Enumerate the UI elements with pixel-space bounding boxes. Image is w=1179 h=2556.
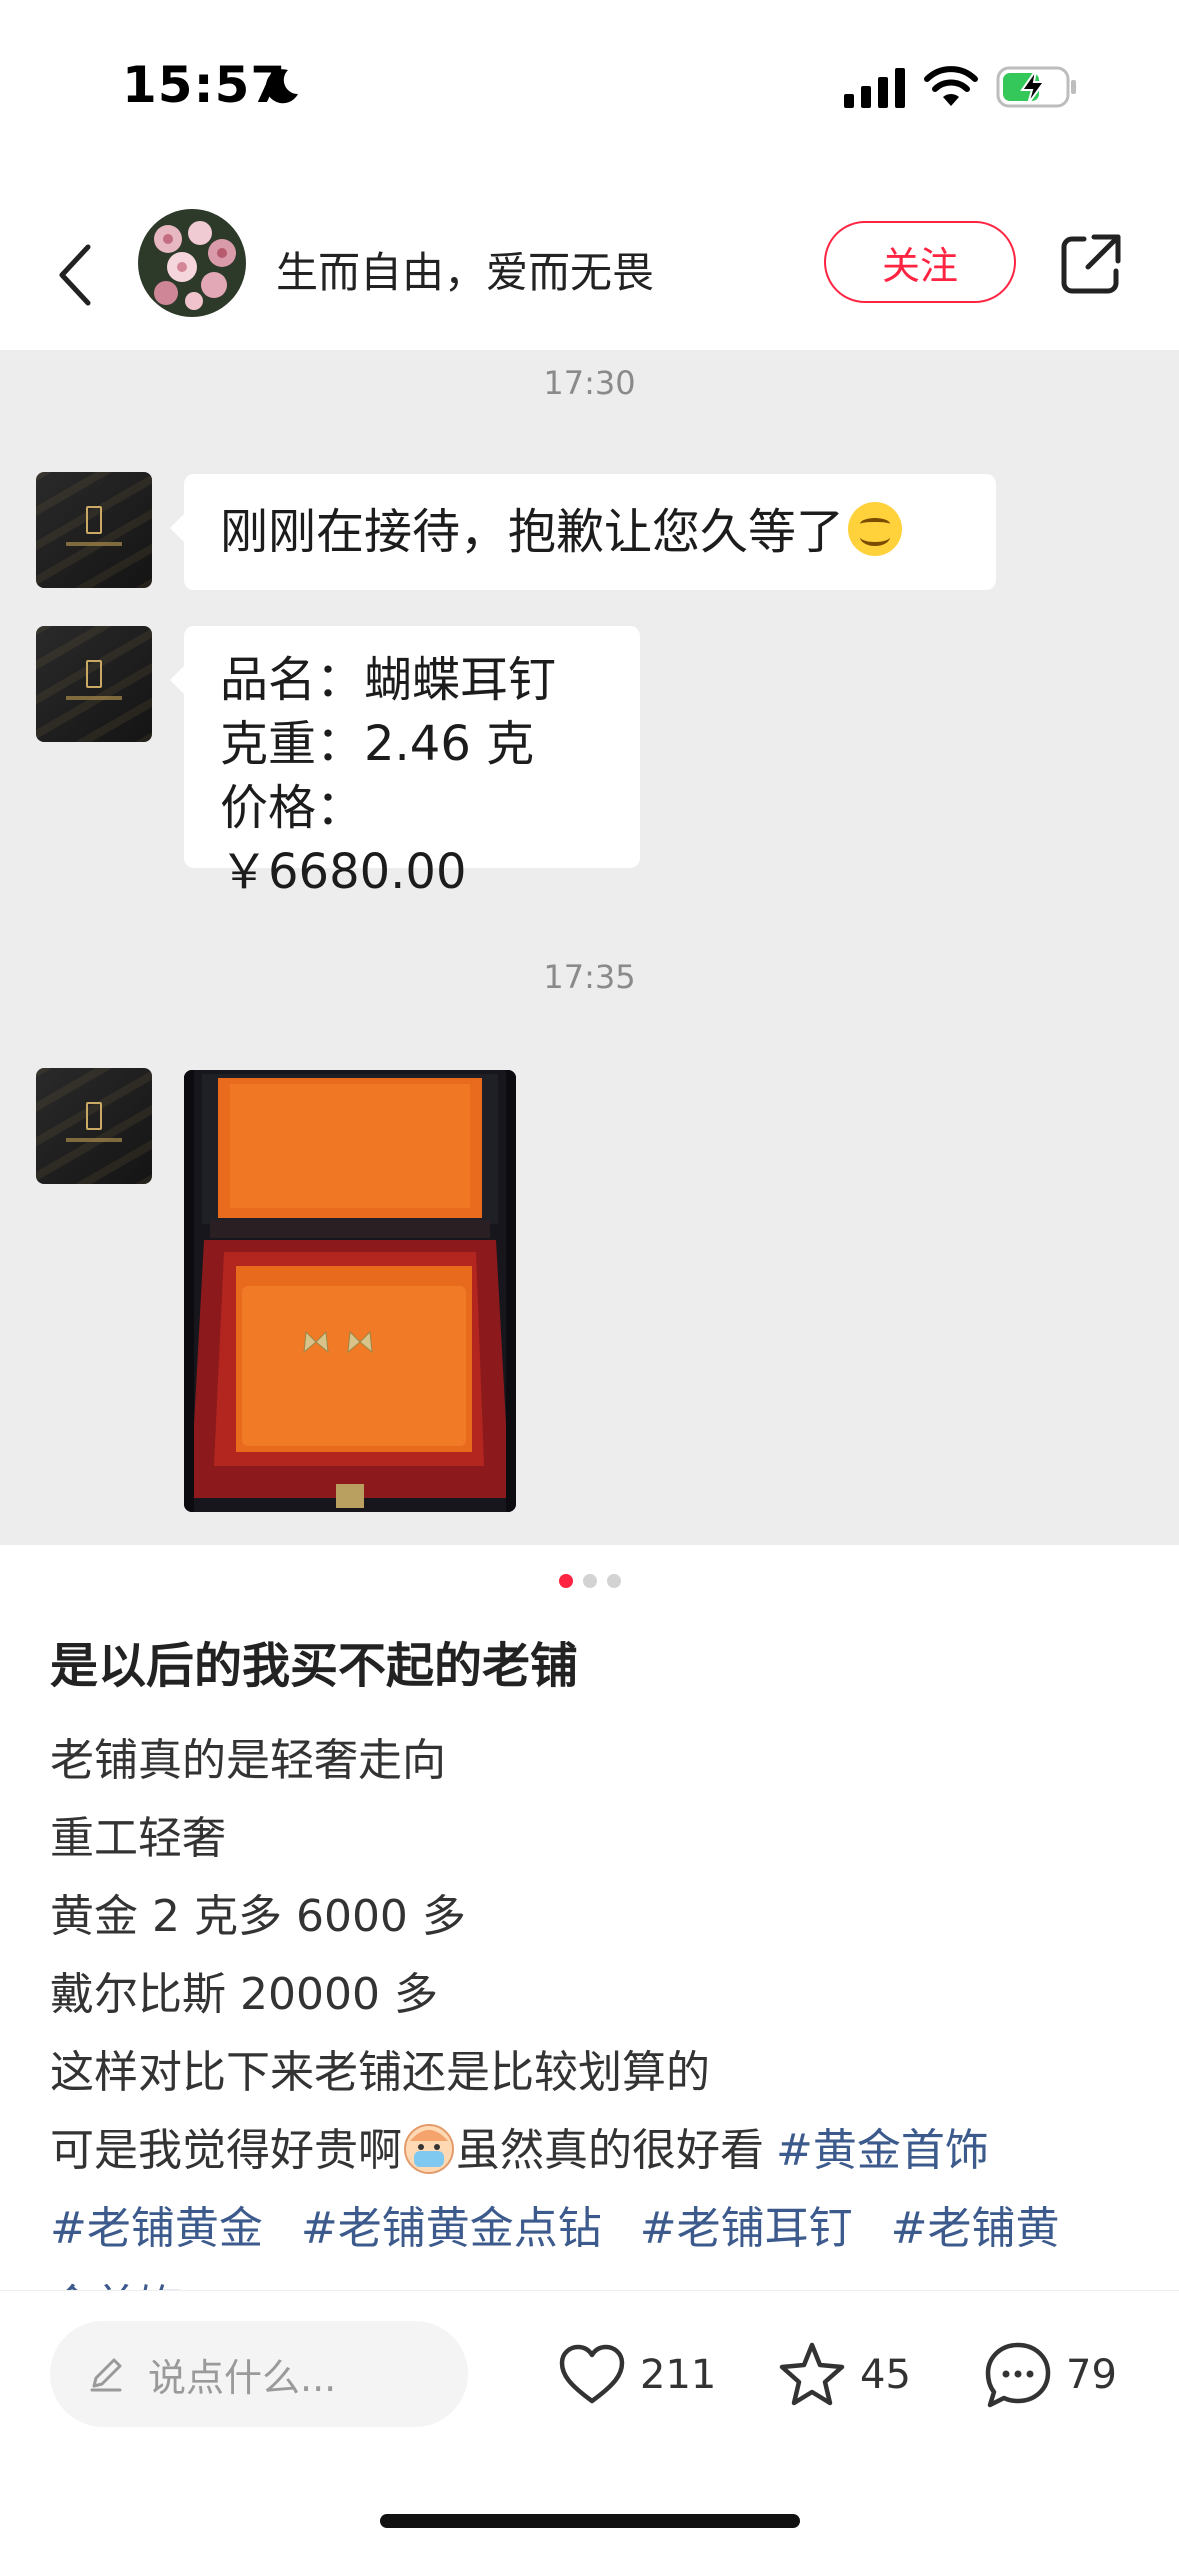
shop-avatar: [36, 626, 152, 742]
hashtag-link[interactable]: #老铺黄金点钻: [301, 2203, 602, 2254]
post-line: 戴尔比斯 20000 多: [50, 1969, 438, 2020]
product-name-line: 品名：蝴蝶耳钉: [220, 652, 557, 708]
status-bar: 15:57: [0, 0, 1179, 175]
moon-icon: [265, 69, 298, 104]
wifi-icon: [924, 66, 978, 106]
follow-button[interactable]: 关注: [824, 221, 1016, 303]
product-weight-line: 克重：2.46 克: [220, 716, 535, 772]
home-indicator[interactable]: [380, 2514, 800, 2528]
collect-button[interactable]: 45: [774, 2335, 911, 2415]
post-image[interactable]: 17:30 刚刚在接待，抱歉让您久等了 品名：蝴蝶耳钉 克重：2.46 克 价格…: [0, 350, 1179, 1545]
post-text: 可是我觉得好贵啊: [50, 2125, 402, 2176]
post-text: 虽然真的很好看: [456, 2125, 764, 2176]
battery-charging-icon: [996, 66, 1076, 108]
image-pager: [0, 1574, 1179, 1588]
shop-avatar: [36, 1068, 152, 1184]
back-icon[interactable]: [50, 235, 100, 315]
shop-avatar: [36, 472, 152, 588]
cellular-signal-icon: [844, 68, 905, 108]
post-line: 可是我觉得好贵啊 虽然真的很好看 #黄金首饰: [50, 2112, 1140, 2190]
hashtag-link[interactable]: #老铺黄: [891, 2203, 1060, 2254]
like-count: 211: [640, 2352, 717, 2398]
comment-count: 79: [1066, 2352, 1117, 2398]
hashtag-link[interactable]: #老铺耳钉: [640, 2203, 853, 2254]
heart-icon: [559, 2344, 625, 2404]
post-line: 黄金 2 克多 6000 多: [50, 1891, 466, 1942]
pencil-icon: [90, 2358, 122, 2392]
product-info-bubble: 品名：蝴蝶耳钉 克重：2.46 克 价格：￥6680.00: [170, 626, 640, 900]
comment-placeholder: 说点什么...: [148, 2355, 337, 2400]
chat-timestamp: 17:35: [543, 958, 636, 996]
like-button[interactable]: 211: [554, 2335, 716, 2415]
post-line: 这样对比下来老铺还是比较划算的: [50, 2047, 710, 2098]
post-title: 是以后的我买不起的老铺: [50, 1638, 579, 1694]
comment-input[interactable]: 说点什么...: [50, 2321, 468, 2427]
chat-message-bubble: 刚刚在接待，抱歉让您久等了: [170, 474, 996, 590]
chat-timestamp: 17:30: [543, 364, 636, 402]
hashtag-link[interactable]: #老铺黄金: [50, 2203, 263, 2254]
comment-bubble-icon: [985, 2342, 1051, 2408]
pager-dot[interactable]: [558, 1574, 573, 1588]
hashtag-link[interactable]: #黄金首饰: [776, 2125, 989, 2176]
smile-emoji-icon: [848, 502, 903, 556]
post-line: 金首饰: [50, 2268, 1140, 2292]
post-line: 重工轻奢: [50, 1813, 226, 1864]
post-body: 老铺真的是轻奢走向 重工轻奢 黄金 2 克多 6000 多 戴尔比斯 20000…: [50, 1722, 1140, 2292]
chat-message-text: 刚刚在接待，抱歉让您久等了: [220, 504, 845, 560]
pager-dot[interactable]: [582, 1574, 597, 1588]
comment-button[interactable]: 79: [980, 2335, 1117, 2415]
earring-box-photo: [184, 1070, 516, 1512]
post-line: 老铺真的是轻奢走向: [50, 1735, 446, 1786]
pager-dot[interactable]: [606, 1574, 621, 1588]
product-price-line: 价格：￥6680.00: [220, 780, 467, 900]
post-header: 生而自由，爱而无畏 关注: [0, 195, 1179, 355]
crying-emoji-icon: [404, 2124, 454, 2174]
collect-count: 45: [860, 2352, 911, 2398]
star-icon: [779, 2342, 845, 2406]
author-avatar[interactable]: [138, 209, 246, 317]
author-name[interactable]: 生而自由，爱而无畏: [276, 239, 654, 300]
post-line: #老铺黄金 #老铺黄金点钻 #老铺耳钉 #老铺黄: [50, 2190, 1140, 2268]
share-icon[interactable]: [1058, 231, 1124, 297]
